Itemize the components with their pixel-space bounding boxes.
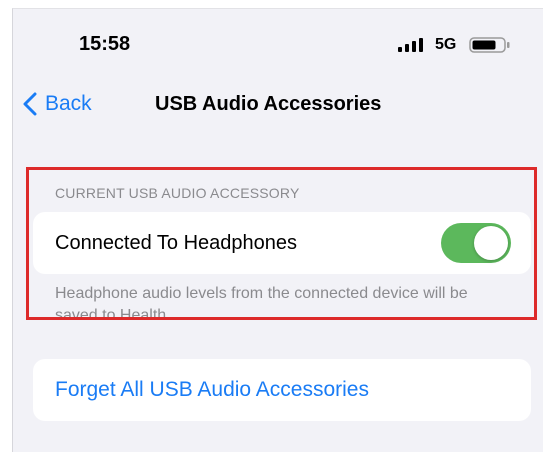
forget-all-accessories-label: Forget All USB Audio Accessories [55,378,369,401]
page-title: USB Audio Accessories [155,93,382,115]
signal-bars-icon [398,38,423,52]
network-type-label: 5G [435,36,457,53]
chevron-left-icon [23,92,37,116]
battery-icon [469,37,510,53]
forget-all-accessories-button[interactable]: Forget All USB Audio Accessories [33,359,531,421]
status-time: 15:58 [79,33,131,55]
connected-headphones-label: Connected To Headphones [55,232,298,254]
connected-headphones-row: Connected To Headphones [33,212,531,274]
section-footer-text: Headphone audio levels from the connecte… [55,285,468,324]
settings-screen: 15:58 5G Back USB Audio Accessories CURR… [12,8,543,452]
back-button[interactable]: Back [23,91,92,117]
section-header-current-accessory: CURRENT USB AUDIO ACCESSORY [55,185,300,201]
toggle-knob [474,226,508,260]
back-button-label: Back [45,92,92,115]
connected-headphones-toggle[interactable] [441,223,511,263]
